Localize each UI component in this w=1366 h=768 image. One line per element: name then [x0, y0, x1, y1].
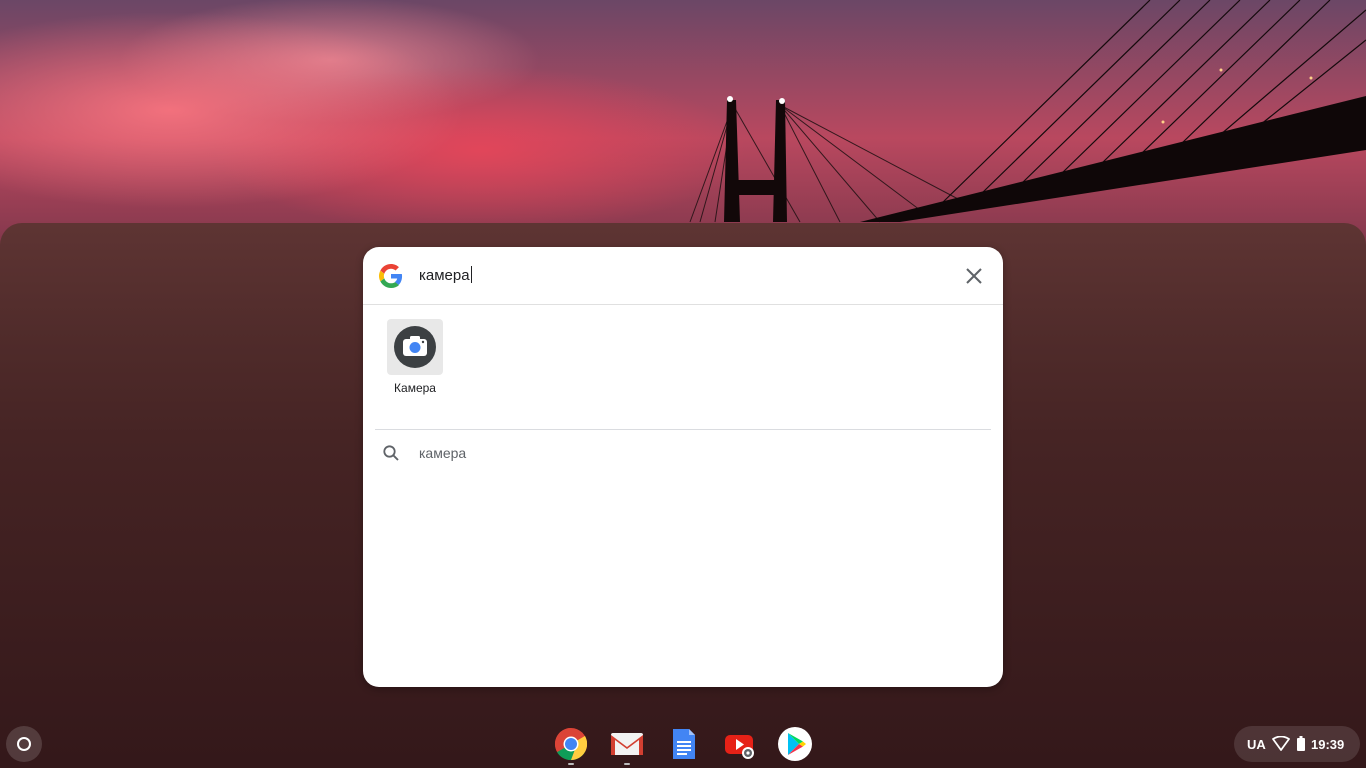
text-caret — [470, 266, 472, 283]
battery-icon — [1297, 736, 1305, 751]
gmail-icon[interactable] — [609, 726, 645, 762]
status-tray[interactable]: UA 19:39 — [1234, 726, 1360, 762]
app-result-camera[interactable]: Камера — [379, 319, 451, 399]
google-g-logo-icon — [379, 264, 403, 288]
running-indicator-chrome — [568, 763, 574, 765]
search-suggestion-row[interactable]: камера — [363, 435, 1003, 471]
docs-icon[interactable] — [665, 726, 701, 762]
search-query-text[interactable]: камера — [419, 266, 472, 284]
search-results-card: камера Камера камера — [363, 247, 1003, 687]
clock: 19:39 — [1311, 737, 1345, 752]
close-icon[interactable] — [961, 263, 987, 289]
app-result-icon-bg — [387, 319, 443, 375]
camera-icon — [394, 326, 436, 368]
search-suggestion-text: камера — [419, 445, 467, 461]
app-result-label: Камера — [394, 381, 436, 395]
youtube-icon[interactable] — [721, 726, 757, 762]
launcher-button[interactable] — [6, 726, 42, 762]
results-divider — [375, 429, 991, 430]
play-store-icon[interactable] — [777, 726, 813, 762]
wallpaper-bridge-image — [689, 0, 1366, 223]
launcher-circle-icon — [17, 737, 31, 751]
ime-indicator: UA — [1247, 737, 1266, 752]
search-box[interactable]: камера — [363, 247, 1003, 305]
chrome-icon[interactable] — [553, 726, 589, 762]
search-icon — [383, 445, 399, 461]
running-indicator-gmail — [624, 763, 630, 765]
wifi-icon — [1272, 736, 1290, 751]
